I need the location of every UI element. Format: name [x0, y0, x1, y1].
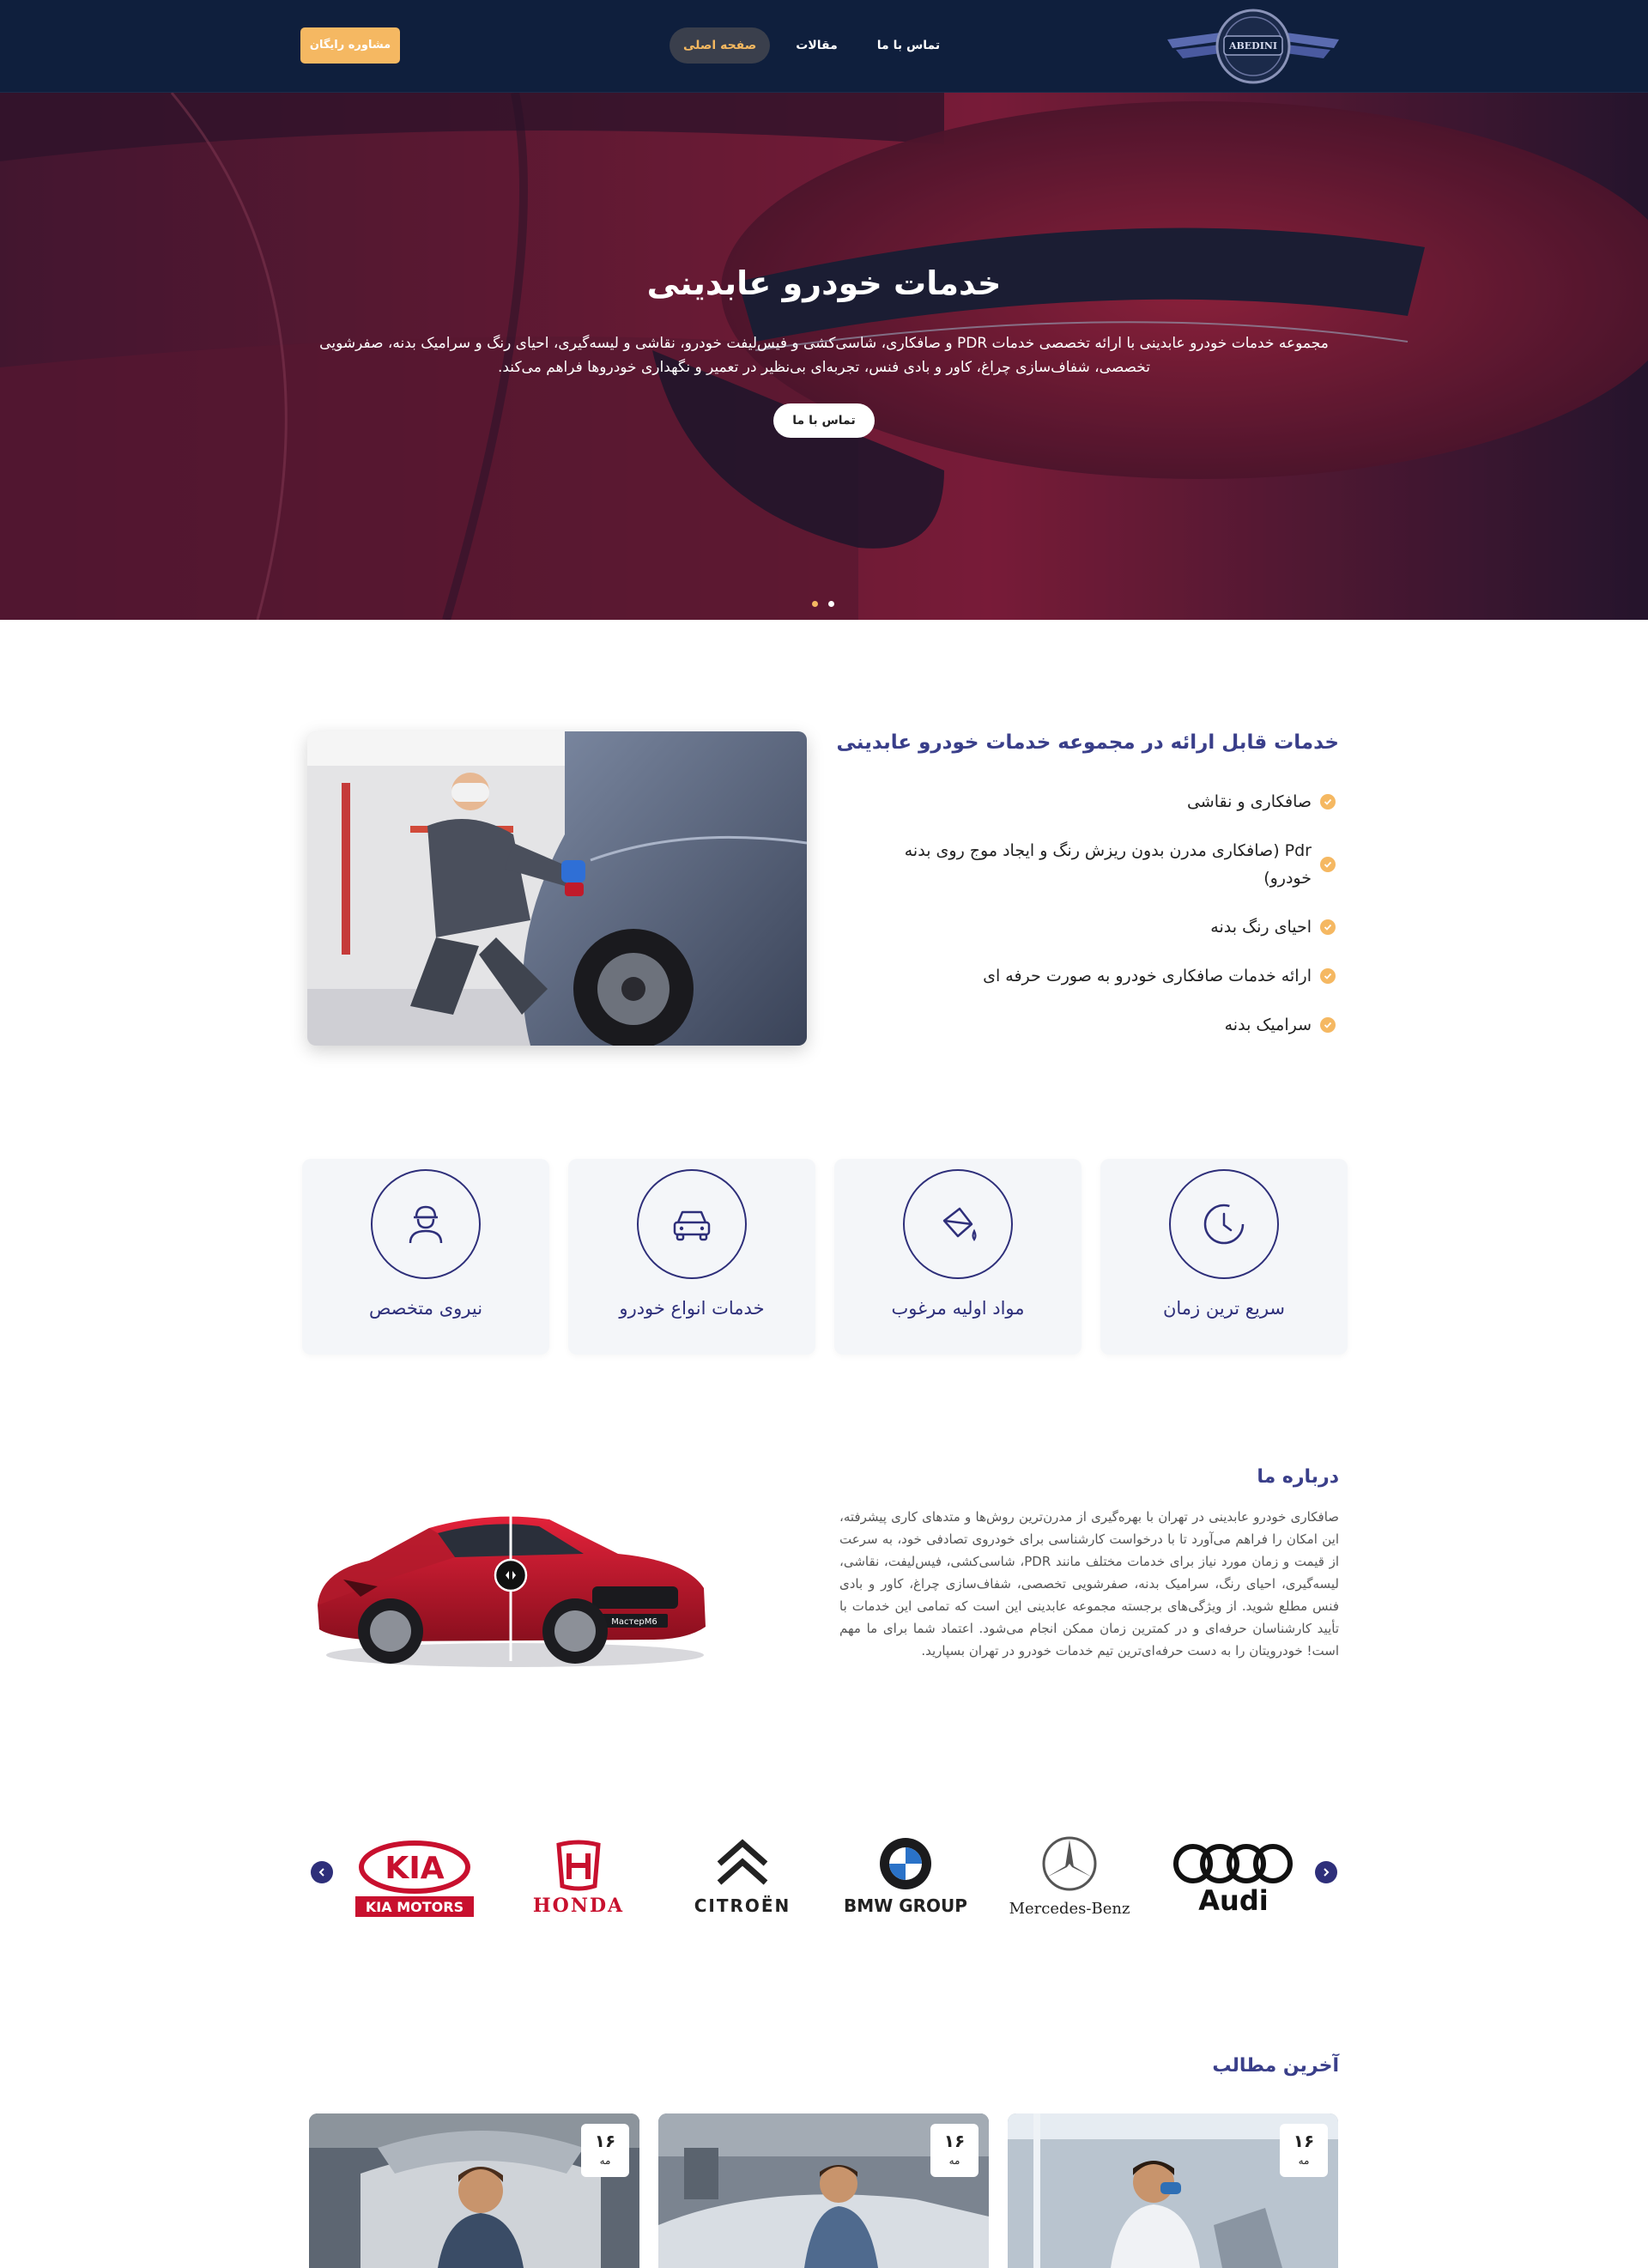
post-date-badge: ۱۶ مه [581, 2124, 629, 2177]
post-date-month: مه [1298, 2155, 1310, 2167]
free-consultation-button[interactable]: مشاوره رایگان [300, 27, 400, 64]
brand-citroen-label: CITROËN [694, 1895, 791, 1916]
features-row: سریع ترین زمان مواد اولیه مرغوب خدمات ان… [300, 1159, 1348, 1355]
feature-card-all-car-services: خدمات انواع خودرو [568, 1159, 815, 1355]
brand-kia-logo-text: KIA [385, 1851, 444, 1886]
license-plate-text: МастерМ6 [611, 1617, 657, 1627]
brand-mercedes[interactable]: Mercedes-Benz [997, 1824, 1142, 1927]
services-list: صافکاری و نقاشی Pdr (صافکاری مدرن بدون ر… [889, 788, 1336, 1060]
feature-label: سریع ترین زمان [1162, 1298, 1286, 1319]
check-icon [1320, 1017, 1336, 1033]
clock-icon [1169, 1169, 1279, 1279]
brand-honda[interactable]: HONDA [506, 1824, 651, 1927]
carousel-prev-icon[interactable] [311, 1861, 333, 1883]
carousel-next-icon[interactable] [1315, 1861, 1337, 1883]
nav-contact[interactable]: تماس با ما [863, 27, 954, 64]
feature-card-fastest-time: سریع ترین زمان [1100, 1159, 1348, 1355]
brand-audi[interactable]: Audi [1160, 1824, 1306, 1927]
paint-bucket-icon [903, 1169, 1013, 1279]
comparison-slider-handle [494, 1558, 528, 1592]
slider-dots [812, 601, 834, 607]
car-icon [637, 1169, 747, 1279]
service-item: سرامیک بدنه [889, 1011, 1336, 1039]
brand-audi-label: Audi [1198, 1884, 1268, 1917]
check-icon [1320, 919, 1336, 935]
hero-slider: خدمات خودرو عابدینی مجموعه خدمات خودرو ع… [0, 93, 1648, 620]
post-card[interactable]: ۱۶ مه [309, 2113, 639, 2268]
feature-label: خدمات انواع خودرو [619, 1298, 765, 1319]
service-item: Pdr (صافکاری مدرن بدون ریزش رنگ و ایجاد … [889, 837, 1336, 892]
service-item-label: احیای رنگ بدنه [1210, 918, 1312, 937]
latest-posts-title: آخرین مطالب [1212, 2055, 1339, 2077]
brand-kia-label: KIA MOTORS [366, 1899, 464, 1915]
brands-carousel: KIA KIA MOTORS HONDA CITROËN BMW GROUP M… [300, 1820, 1348, 1931]
hero-contact-button[interactable]: تماس با ما [773, 403, 875, 438]
before-after-car-image[interactable]: МастерМ6 [309, 1477, 712, 1674]
logo-text: ABEDINI [1228, 40, 1277, 52]
post-date-day: ۱۶ [594, 2131, 616, 2151]
latest-posts: ۱۶ مه ۱۶ مه ۱۶ مه [309, 2113, 1339, 2268]
about-text: صافکاری خودرو عابدینی در تهران با بهره‌گ… [839, 1509, 1340, 1659]
site-header: ABEDINI تماس با ما مقالات صفحه اصلی مشاو… [0, 0, 1648, 93]
service-item-label: صافکاری و نقاشی [1186, 792, 1312, 811]
service-item-label: ارائه خدمات صافکاری خودرو به صورت حرفه ا… [983, 967, 1312, 985]
check-icon [1320, 968, 1336, 984]
hero-description: مجموعه خدمات خودرو عابدینی با ارائه تخصص… [319, 335, 1329, 376]
abedini-logo[interactable]: ABEDINI [1160, 5, 1346, 88]
check-icon [1320, 857, 1336, 872]
brand-bmw[interactable]: BMW GROUP [833, 1824, 978, 1927]
brand-kia[interactable]: KIA KIA MOTORS [342, 1824, 488, 1927]
check-icon [1320, 794, 1336, 810]
slider-dot-1[interactable] [812, 601, 818, 607]
service-item: صافکاری و نقاشی [889, 788, 1336, 816]
nav-home[interactable]: صفحه اصلی [670, 27, 771, 64]
feature-label: نیروی متخصص [368, 1298, 483, 1319]
nav-articles[interactable]: مقالات [782, 27, 851, 64]
feature-label: مواد اولیه مرغوب [891, 1298, 1025, 1319]
services-title: خدمات قابل ارائه در مجموعه خدمات خودرو ع… [836, 731, 1339, 754]
brand-mercedes-label: Mercedes-Benz [1009, 1900, 1130, 1918]
hero-title: خدمات خودرو عابدینی [646, 264, 1002, 302]
brand-citroen[interactable]: CITROËN [670, 1824, 815, 1927]
post-date-day: ۱۶ [1293, 2131, 1315, 2151]
service-item-label: Pdr (صافکاری مدرن بدون ریزش رنگ و ایجاد … [904, 841, 1312, 888]
post-date-badge: ۱۶ مه [930, 2124, 978, 2177]
service-item-label: سرامیک بدنه [1224, 1016, 1312, 1034]
service-item: احیای رنگ بدنه [889, 913, 1336, 941]
post-card[interactable]: ۱۶ مه [658, 2113, 989, 2268]
brand-bmw-label: BMW GROUP [844, 1895, 967, 1916]
technician-icon [371, 1169, 481, 1279]
slider-dot-2[interactable] [828, 601, 834, 607]
post-date-month: مه [599, 2155, 611, 2167]
brand-logos: KIA KIA MOTORS HONDA CITROËN BMW GROUP M… [342, 1820, 1306, 1931]
post-date-badge: ۱۶ مه [1280, 2124, 1328, 2177]
main-nav: تماس با ما مقالات صفحه اصلی [670, 27, 954, 64]
post-date-month: مه [948, 2155, 960, 2167]
brand-honda-label: HONDA [533, 1895, 624, 1917]
feature-card-expert-staff: نیروی متخصص [302, 1159, 549, 1355]
about-title: درباره ما [1257, 1466, 1339, 1488]
technician-photo [307, 731, 807, 1046]
post-card[interactable]: ۱۶ مه [1008, 2113, 1338, 2268]
service-item: ارائه خدمات صافکاری خودرو به صورت حرفه ا… [889, 962, 1336, 990]
feature-card-quality-materials: مواد اولیه مرغوب [834, 1159, 1082, 1355]
post-date-day: ۱۶ [943, 2131, 966, 2151]
